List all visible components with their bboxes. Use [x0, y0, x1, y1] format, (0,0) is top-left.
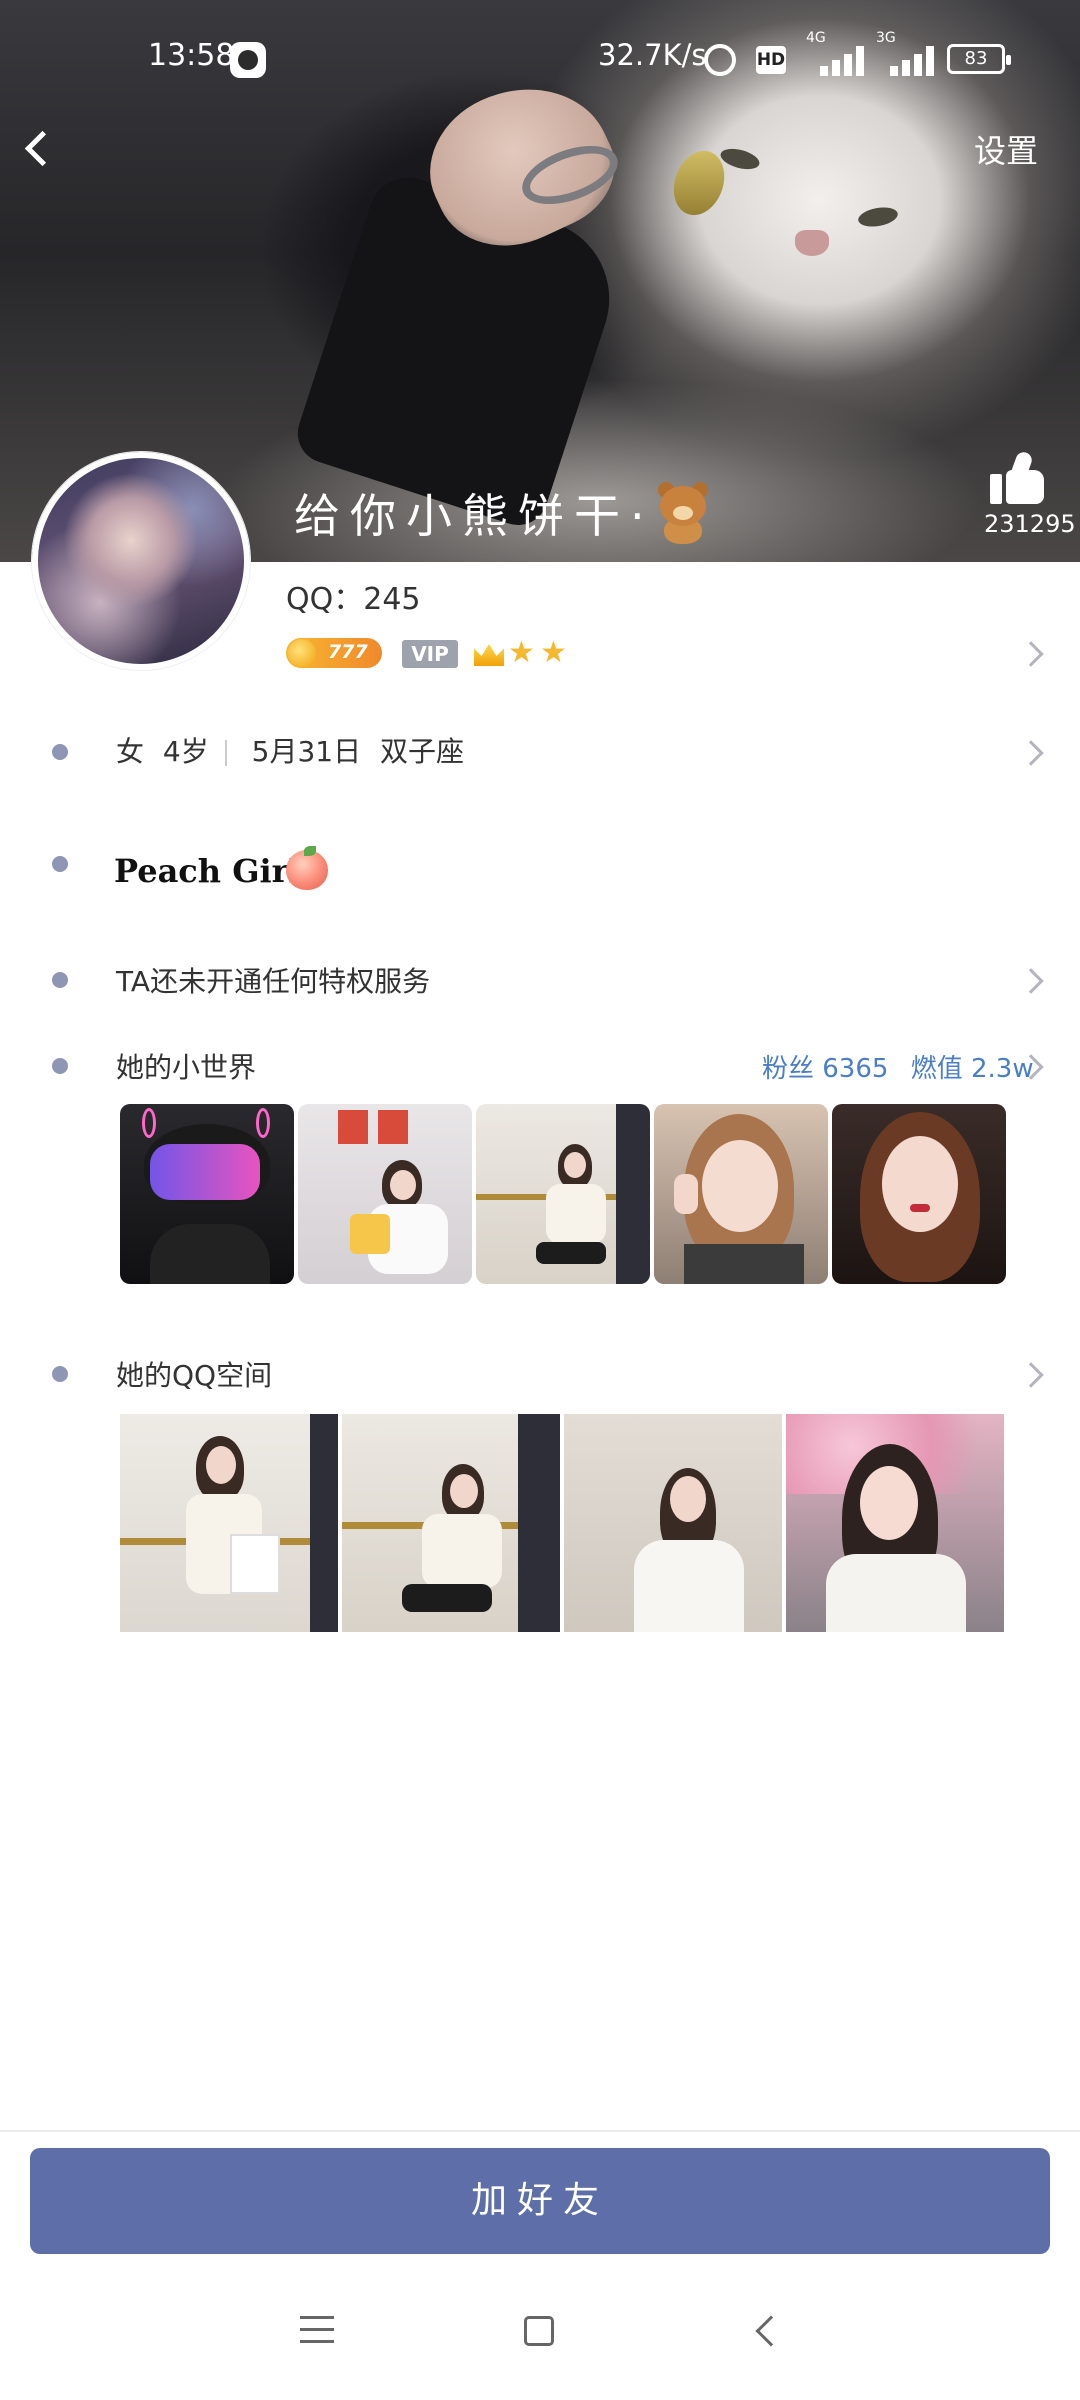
like-count: 231295 — [984, 510, 1076, 538]
gender: 女 — [116, 735, 145, 768]
record-icon — [230, 42, 266, 78]
birthday: 5月31日 — [251, 735, 362, 768]
cat-eye — [718, 145, 762, 173]
like-button[interactable] — [990, 450, 1046, 508]
nickname: 给你小熊饼干· — [294, 489, 655, 543]
star-icon: ★ — [540, 635, 567, 670]
divider — [0, 2130, 1080, 2132]
bullet-dot — [52, 1366, 68, 1382]
qzone-photo[interactable] — [564, 1414, 782, 1632]
bullet-dot — [52, 856, 68, 872]
qzone-photo[interactable] — [120, 1414, 338, 1632]
small-world-photos — [120, 1104, 1006, 1284]
fans-count: 粉丝 6365 — [762, 1054, 889, 1084]
home-icon[interactable] — [524, 2316, 554, 2346]
star-icon: ★ — [508, 635, 535, 670]
qzone-title[interactable]: 她的QQ空间 — [116, 1354, 272, 1394]
cat-nose — [795, 230, 829, 256]
basic-info[interactable]: 女 4岁 5月31日 双子座 — [116, 730, 474, 770]
privilege-text[interactable]: TA还未开通任何特权服务 — [116, 960, 430, 1000]
battery-icon: 83 — [947, 44, 1011, 74]
bullet-dot — [52, 744, 68, 760]
thumbs-up-icon — [990, 474, 1002, 504]
chevron-right-icon[interactable] — [1018, 968, 1044, 994]
back-button[interactable] — [18, 126, 58, 170]
cat-eye — [856, 204, 900, 230]
qzone-photo[interactable] — [786, 1414, 1004, 1632]
chevron-right-icon[interactable] — [1018, 1362, 1044, 1388]
qzone-photo[interactable] — [342, 1414, 560, 1632]
chevron-right-icon[interactable] — [1018, 641, 1044, 667]
net-type-label: 4G — [806, 30, 826, 46]
small-world-photo[interactable] — [476, 1104, 650, 1284]
avatar[interactable] — [32, 452, 250, 670]
small-world-photo[interactable] — [832, 1104, 1006, 1284]
status-time: 13:58 — [148, 38, 235, 73]
level-badge: 777 — [286, 638, 382, 668]
net-speed: 32.7K/s — [598, 38, 707, 72]
bear-icon — [654, 482, 712, 544]
net-type-label: 3G — [876, 30, 896, 46]
chevron-right-icon[interactable] — [1018, 740, 1044, 766]
bullet-dot — [52, 972, 68, 988]
vip-badge: VIP — [402, 640, 458, 668]
small-world-photo[interactable] — [120, 1104, 294, 1284]
hd-icon: HD — [756, 46, 786, 74]
crown-icon — [472, 636, 506, 670]
settings-button[interactable]: 设置 — [974, 126, 1038, 172]
age: 4岁 — [162, 735, 209, 768]
heat-value: 燃值 2.3w — [910, 1054, 1034, 1084]
small-world-title[interactable]: 她的小世界 — [116, 1046, 256, 1086]
peach-icon — [284, 846, 330, 890]
add-friend-button[interactable]: 加好友 — [30, 2148, 1050, 2254]
small-world-photo[interactable] — [654, 1104, 828, 1284]
qq-number: QQ：245 — [286, 582, 421, 617]
signature: Peach Girl· — [114, 852, 312, 890]
menu-icon[interactable] — [300, 2316, 334, 2344]
alarm-icon — [704, 44, 736, 76]
status-bar: 13:58 32.7K/s HD 4G 3G 83 — [0, 0, 1080, 110]
zodiac: 双子座 — [380, 735, 465, 768]
qzone-photos — [120, 1414, 1004, 1632]
signal-icon — [820, 46, 870, 76]
bullet-dot — [52, 1058, 68, 1074]
signal-icon — [890, 46, 940, 76]
small-world-stats[interactable]: 粉丝 6365 燃值 2.3w — [762, 1048, 1034, 1085]
small-world-photo[interactable] — [298, 1104, 472, 1284]
